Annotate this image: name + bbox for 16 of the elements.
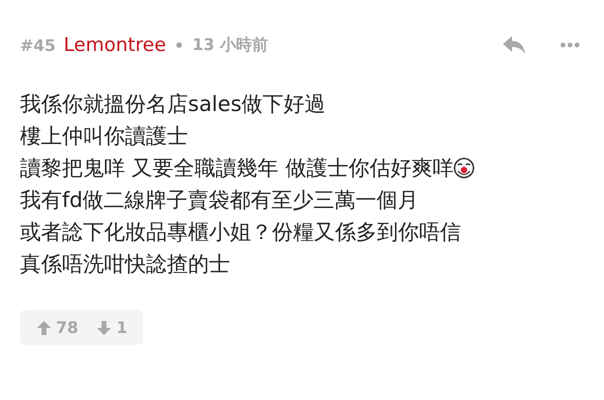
down-arrow-icon bbox=[96, 320, 112, 336]
post-number: #45 bbox=[20, 36, 56, 54]
more-icon[interactable] bbox=[560, 42, 580, 48]
comment-line: 真係唔洗咁快諗揸的士 bbox=[20, 251, 230, 278]
comment-line: 或者諗下化妝品專櫃小姐？份糧又係多到你唔信 bbox=[20, 219, 461, 246]
upvote-button[interactable]: 78 bbox=[36, 318, 78, 337]
separator-dot: • bbox=[174, 36, 184, 54]
comment-line: 讀黎把鬼咩 又要全職讀幾年 做護士你估好爽咩 bbox=[20, 155, 454, 182]
comment-line: 樓上仲叫你讀護士 bbox=[20, 123, 188, 150]
comment-line: 我係你就搵份名店sales做下好過 bbox=[20, 91, 326, 118]
author-name[interactable]: Lemontree bbox=[64, 34, 166, 56]
reply-icon[interactable] bbox=[502, 35, 526, 55]
downvote-button[interactable]: 1 bbox=[96, 318, 128, 337]
comment-line: 我有fd做二線牌子賣袋都有至少三萬一個月 bbox=[20, 187, 419, 214]
up-arrow-icon bbox=[36, 320, 52, 336]
post-time: 13 小時前 bbox=[192, 34, 268, 56]
